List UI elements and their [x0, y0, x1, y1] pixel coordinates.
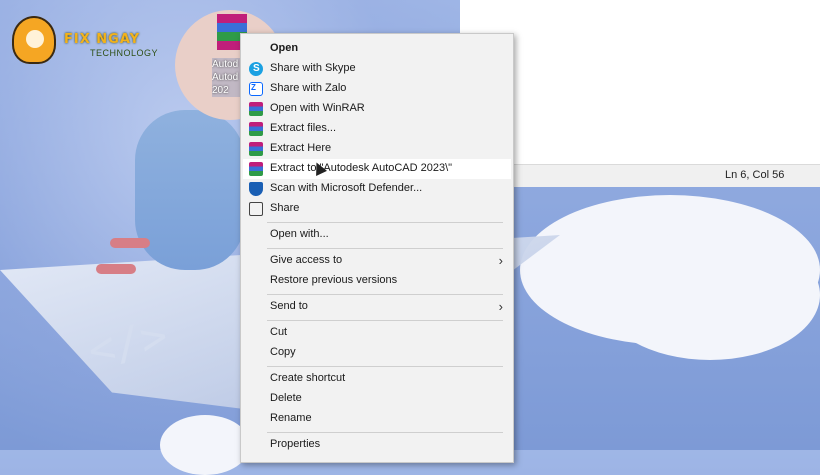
logo-mascot-icon — [12, 16, 56, 64]
pig-character-leg — [96, 264, 136, 274]
menu-item-open-winrar[interactable]: Open with WinRAR — [243, 99, 511, 119]
menu-item-label: Share with Skype — [270, 62, 356, 74]
menu-item-open[interactable]: Open — [243, 39, 511, 59]
menu-separator — [267, 320, 503, 321]
menu-separator — [267, 222, 503, 223]
menu-item-label: Send to — [270, 300, 308, 312]
menu-item-label: Give access to — [270, 254, 343, 266]
defender-shield-icon — [249, 182, 263, 196]
menu-item-label: Open — [270, 42, 299, 54]
chevron-right-icon: › — [498, 299, 503, 314]
pig-character-leg — [110, 238, 150, 248]
menu-item-extract-here[interactable]: Extract Here — [243, 139, 511, 159]
logo-mascot-face — [26, 30, 44, 48]
wallpaper-cloud — [600, 230, 820, 360]
menu-item-label: Rename — [270, 412, 312, 424]
menu-separator — [267, 432, 503, 433]
menu-item-label: Restore previous versions — [270, 274, 398, 286]
menu-separator — [267, 294, 503, 295]
menu-item-label: Open with... — [270, 228, 329, 240]
menu-item-label: Extract Here — [270, 142, 332, 154]
menu-separator — [267, 248, 503, 249]
menu-item-rename[interactable]: Rename — [243, 409, 511, 429]
channel-logo: FIX NGAY TECHNOLOGY — [12, 16, 182, 66]
zalo-icon: Z — [249, 82, 263, 96]
cursor-position-status: Ln 6, Col 56 — [725, 169, 785, 181]
menu-item-delete[interactable]: Delete — [243, 389, 511, 409]
menu-separator — [267, 366, 503, 367]
menu-item-share[interactable]: Share — [243, 199, 511, 219]
menu-item-cut[interactable]: Cut — [243, 323, 511, 343]
menu-item-extract-files[interactable]: Extract files... — [243, 119, 511, 139]
winrar-icon — [249, 102, 263, 116]
winrar-icon — [249, 142, 263, 156]
menu-item-share-zalo[interactable]: Z Share with Zalo — [243, 79, 511, 99]
menu-item-give-access[interactable]: Give access to › — [243, 251, 511, 271]
logo-subtitle: TECHNOLOGY — [90, 48, 159, 58]
menu-item-label: Share — [270, 202, 300, 214]
winrar-icon — [249, 162, 263, 176]
notepad-window[interactable] — [460, 0, 820, 186]
menu-item-create-shortcut[interactable]: Create shortcut — [243, 369, 511, 389]
menu-item-label: Cut — [270, 326, 288, 338]
winrar-icon — [249, 122, 263, 136]
wallpaper-cloud — [160, 415, 250, 475]
menu-item-send-to[interactable]: Send to › — [243, 297, 511, 317]
menu-item-share-skype[interactable]: S Share with Skype — [243, 59, 511, 79]
menu-item-label: Extract files... — [270, 122, 337, 134]
chevron-right-icon: › — [498, 253, 503, 268]
pig-character-body — [135, 110, 245, 270]
menu-item-scan-defender[interactable]: Scan with Microsoft Defender... — [243, 179, 511, 199]
menu-item-label: Properties — [270, 438, 321, 450]
menu-item-label: Delete — [270, 392, 302, 404]
menu-item-label: Share with Zalo — [270, 82, 347, 94]
menu-item-label: Create shortcut — [270, 372, 346, 384]
menu-item-label: Open with WinRAR — [270, 102, 365, 114]
share-icon — [249, 202, 263, 216]
menu-item-copy[interactable]: Copy — [243, 343, 511, 363]
menu-item-label: Scan with Microsoft Defender... — [270, 182, 423, 194]
menu-item-open-with[interactable]: Open with... — [243, 225, 511, 245]
menu-item-restore-versions[interactable]: Restore previous versions — [243, 271, 511, 291]
skype-icon: S — [249, 62, 263, 76]
menu-item-label: Extract to "Autodesk AutoCAD 2023\" — [270, 162, 453, 174]
menu-item-extract-to-folder[interactable]: Extract to "Autodesk AutoCAD 2023\" — [243, 159, 511, 179]
menu-item-label: Copy — [270, 346, 296, 358]
logo-title: FIX NGAY — [64, 32, 141, 47]
context-menu: Open S Share with Skype Z Share with Zal… — [240, 33, 514, 463]
menu-item-properties[interactable]: Properties — [243, 435, 511, 455]
